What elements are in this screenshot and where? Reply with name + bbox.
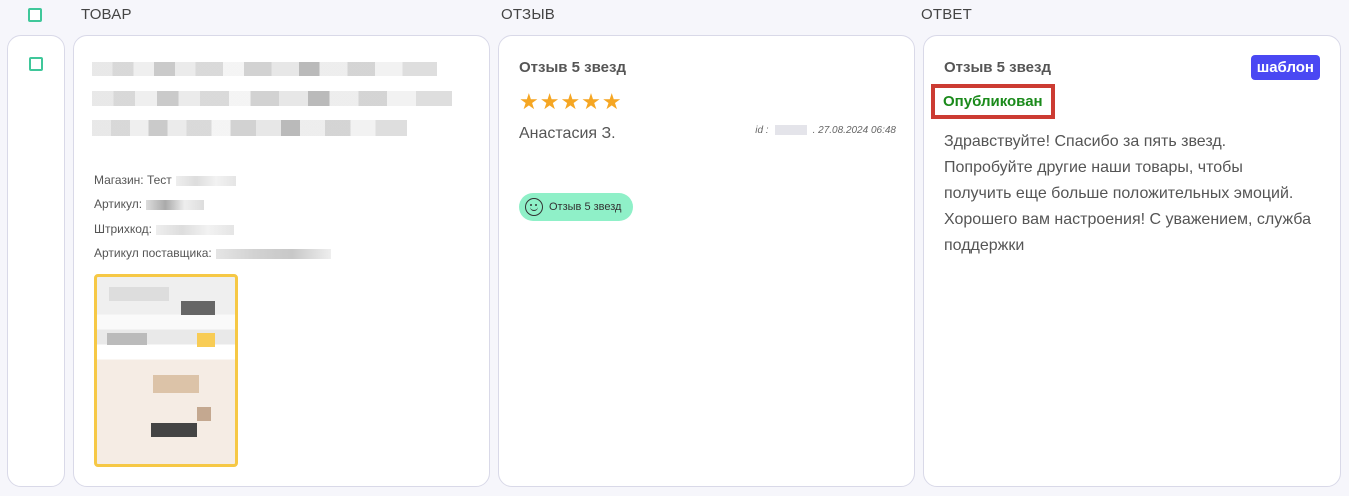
review-author: Анастасия З. (519, 125, 616, 142)
product-article: Артикул: (94, 197, 205, 211)
product-barcode-label: Штрихкод: (94, 222, 153, 236)
blurred-value (146, 199, 205, 210)
row-select-cell (7, 35, 65, 487)
answer-title: Отзыв 5 звезд (944, 59, 1051, 76)
review-id-label: id : (755, 125, 769, 136)
column-header-product: ТОВАР (81, 6, 132, 23)
product-title-blurred (92, 62, 437, 76)
review-id-date: id : . 27.08.2024 06:48 (755, 125, 896, 136)
rating-stars: ★★★★★ (519, 89, 623, 114)
smile-icon (525, 198, 543, 216)
product-title-blurred-2 (92, 91, 452, 106)
blurred-value (156, 224, 235, 235)
column-header-review: ОТЗЫВ (501, 6, 556, 23)
row-checkbox[interactable] (29, 57, 43, 71)
review-date: . 27.08.2024 06:48 (812, 125, 896, 136)
product-title-blurred-3 (92, 120, 407, 136)
review-tag[interactable]: Отзыв 5 звезд (519, 193, 634, 221)
product-supplier-article-label: Артикул поставщика: (94, 246, 212, 260)
review-tag-label: Отзыв 5 звезд (549, 201, 622, 213)
blurred-value (175, 175, 236, 186)
product-barcode: Штрихкод: (94, 222, 235, 236)
product-supplier-article: Артикул поставщика: (94, 246, 331, 260)
review-title: Отзыв 5 звезд (519, 59, 626, 76)
product-article-label: Артикул: (94, 197, 143, 211)
column-header-answer: ОТВЕТ (921, 6, 973, 23)
product-shop-label: Магазин: Тест (94, 173, 172, 187)
select-all-checkbox[interactable] (28, 8, 42, 22)
template-badge[interactable]: шаблон (1250, 55, 1320, 80)
answer-card: Отзыв 5 звезд шаблон Опубликован Здравст… (923, 35, 1341, 487)
table-header: ТОВАР ОТЗЫВ ОТВЕТ (0, 0, 1349, 32)
product-image[interactable] (94, 274, 238, 467)
status-badge: Опубликован (931, 84, 1055, 119)
product-card: Магазин: Тест Артикул: Штрихкод: Артикул… (73, 35, 490, 487)
review-card: Отзыв 5 звезд ★★★★★ Анастасия З. id : . 2… (498, 35, 915, 487)
product-shop: Магазин: Тест (94, 173, 236, 187)
blurred-id (774, 125, 807, 136)
blurred-value (215, 248, 331, 259)
answer-text: Здравствуйте! Спасибо за пять звезд. Поп… (944, 133, 1311, 254)
